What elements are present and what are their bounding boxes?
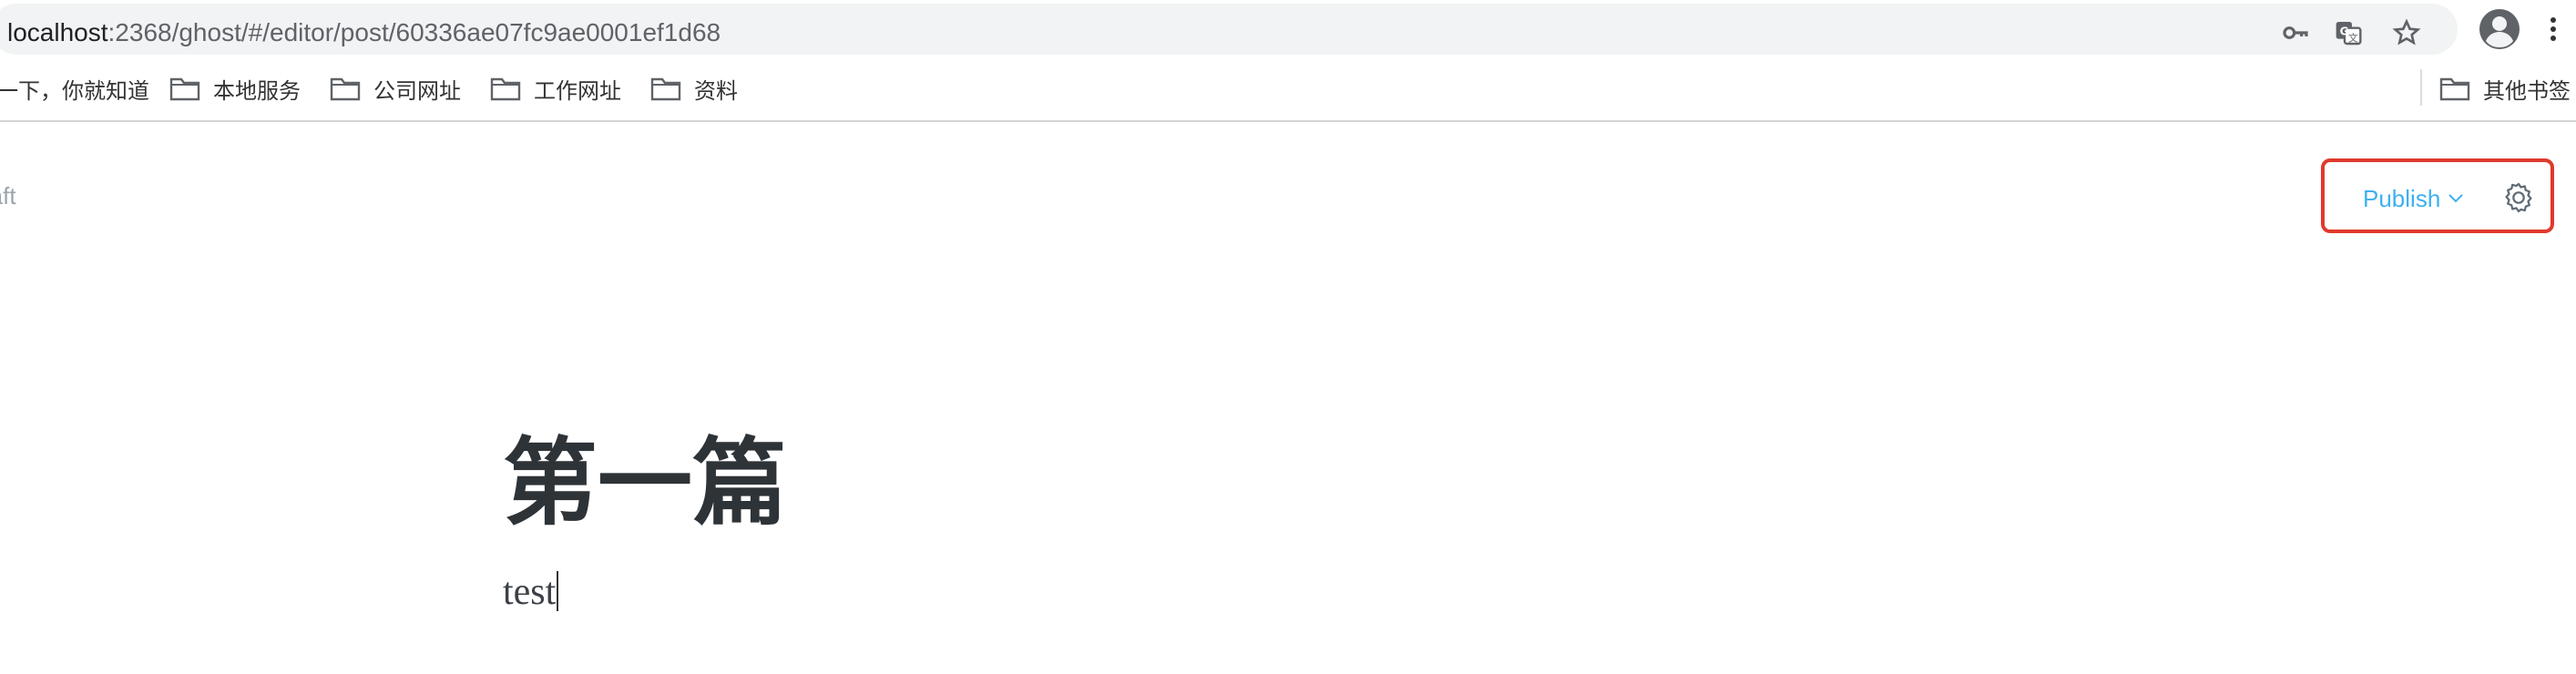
folder-icon — [330, 77, 361, 101]
bookmark-folder-company-sites[interactable]: 公司网址 — [330, 71, 461, 106]
publish-button[interactable]: Publish — [2363, 182, 2464, 215]
bookmark-label: 其他书签 — [2483, 78, 2571, 104]
chevron-down-icon — [2448, 194, 2463, 203]
post-body-editor[interactable]: test — [503, 567, 559, 618]
post-body-text: test — [503, 571, 557, 613]
browser-window: localhost:2368/ghost/#/editor/post/60336… — [0, 0, 2576, 674]
folder-icon — [2439, 77, 2470, 101]
bookmark-label: 资料 — [694, 78, 738, 104]
address-bar[interactable]: localhost:2368/ghost/#/editor/post/60336… — [0, 4, 2458, 55]
bookmark-baidu[interactable]: 一下，你就知道 — [0, 71, 149, 106]
url-text[interactable]: localhost:2368/ghost/#/editor/post/60336… — [7, 17, 721, 48]
bookmark-label: 公司网址 — [373, 78, 461, 104]
bookmark-folder-materials[interactable]: 资料 — [650, 71, 738, 106]
settings-gear-icon[interactable] — [2501, 180, 2536, 215]
bookmark-folder-other[interactable]: 其他书签 — [2439, 71, 2571, 106]
folder-icon — [650, 77, 681, 101]
bookmark-label: 本地服务 — [213, 78, 301, 104]
publish-label: Publish — [2363, 184, 2441, 212]
folder-icon — [490, 77, 521, 101]
bookmarks-separator — [2420, 69, 2422, 106]
address-bar-row: localhost:2368/ghost/#/editor/post/60336… — [0, 0, 2576, 58]
bookmarks-bar: 一下，你就知道 本地服务 公司网址 工作网址 资料 其他书签 — [0, 58, 2576, 122]
bookmark-folder-local-services[interactable]: 本地服务 — [169, 71, 301, 106]
folder-icon — [169, 77, 200, 101]
text-cursor — [557, 571, 559, 611]
svg-text:文: 文 — [2348, 32, 2358, 44]
post-title[interactable]: 第一篇 — [503, 428, 787, 537]
post-status-label: raft — [0, 182, 16, 209]
star-icon[interactable] — [2390, 16, 2423, 49]
bookmark-label: 一下，你就知道 — [0, 78, 149, 104]
translate-icon[interactable]: G文 — [2332, 16, 2365, 49]
key-icon[interactable] — [2279, 16, 2312, 49]
account-icon[interactable] — [2478, 7, 2521, 51]
url-host: localhost — [7, 18, 108, 46]
bookmark-label: 工作网址 — [534, 78, 621, 104]
more-icon[interactable] — [2544, 13, 2562, 46]
bookmark-folder-work-sites[interactable]: 工作网址 — [490, 71, 621, 106]
url-path: :2368/ghost/#/editor/post/60336ae07fc9ae… — [107, 18, 721, 46]
